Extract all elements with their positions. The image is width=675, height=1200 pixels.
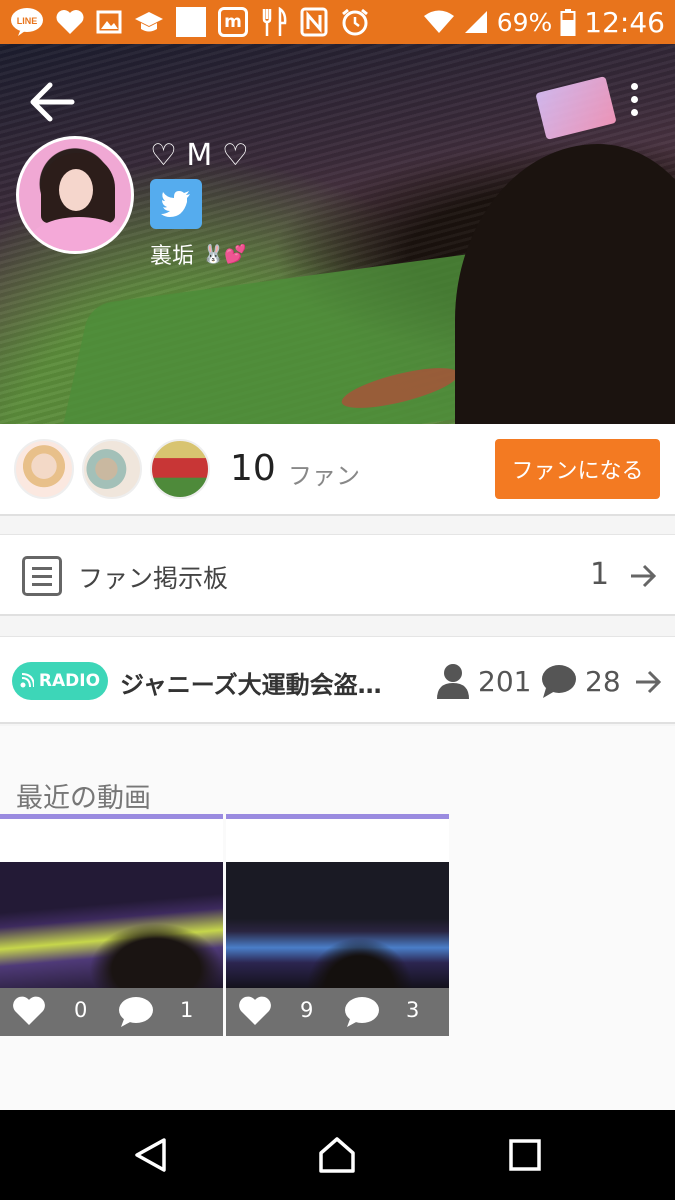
person-icon bbox=[437, 664, 469, 699]
svg-text:LINE: LINE bbox=[17, 16, 38, 26]
profile-name: ♡ M ♡ bbox=[150, 138, 249, 173]
speech-bubble-icon bbox=[542, 665, 576, 698]
back-button[interactable] bbox=[24, 74, 80, 130]
profile-subtitle-text: 裏垢 bbox=[150, 244, 195, 269]
graduation-cap-icon bbox=[134, 7, 164, 37]
profile-avatar[interactable] bbox=[16, 136, 134, 254]
fan-board-label: ファン掲示板 bbox=[78, 564, 229, 593]
m-app-icon: m bbox=[218, 7, 248, 37]
heart-icon bbox=[13, 996, 45, 1025]
recent-videos-section: 最近の動画 0 1 9 3 bbox=[0, 726, 675, 1110]
arrow-right-icon bbox=[636, 670, 662, 694]
nav-recents-button[interactable] bbox=[505, 1135, 545, 1175]
heart-icon bbox=[239, 996, 271, 1025]
more-vert-icon bbox=[630, 82, 638, 90]
radio-badge: RADIO bbox=[12, 662, 108, 700]
fan-avatar[interactable] bbox=[150, 439, 210, 499]
speech-bubble-icon bbox=[345, 997, 379, 1027]
nav-back-button[interactable] bbox=[130, 1135, 170, 1175]
board-icon bbox=[22, 556, 62, 596]
triangle-back-icon bbox=[135, 1138, 166, 1172]
fan-board-row[interactable]: ファン掲示板 1 bbox=[0, 534, 675, 616]
clock: 12:46 bbox=[584, 5, 665, 39]
profile-header: ♡ M ♡ 裏垢 🐰💕 bbox=[0, 44, 675, 424]
video-card[interactable]: 0 1 bbox=[0, 814, 223, 1036]
become-fan-button[interactable]: ファンになる bbox=[495, 439, 660, 499]
radio-comment-count: 28 bbox=[585, 665, 621, 698]
signal-icon bbox=[463, 7, 489, 37]
video-like-count: 9 bbox=[300, 998, 314, 1022]
video-thumbnail bbox=[0, 862, 223, 988]
arrow-left-icon bbox=[30, 82, 75, 122]
heart-icon bbox=[56, 7, 84, 37]
more-options-button[interactable] bbox=[616, 74, 652, 124]
arrow-right-icon bbox=[631, 564, 657, 588]
video-comment-count: 3 bbox=[406, 998, 420, 1022]
blank-notification-icon bbox=[176, 7, 206, 37]
fan-avatar[interactable] bbox=[82, 439, 142, 499]
fan-count: 10 bbox=[230, 448, 276, 489]
line-icon: LINE bbox=[10, 7, 44, 37]
fan-count-label[interactable]: ファン bbox=[288, 456, 360, 491]
speech-bubble-icon bbox=[119, 997, 153, 1027]
video-stats: 0 1 bbox=[0, 988, 223, 1036]
navigation-bar bbox=[0, 1110, 675, 1200]
profile-subtitle: 裏垢 🐰💕 bbox=[150, 238, 247, 270]
nfc-icon bbox=[300, 7, 328, 37]
alarm-icon bbox=[340, 7, 370, 37]
video-like-count: 0 bbox=[74, 998, 88, 1022]
status-bar: LINE m 69% 12:46 bbox=[0, 0, 675, 44]
rabbit-heart-emoji: 🐰💕 bbox=[202, 243, 247, 265]
fan-avatar[interactable] bbox=[14, 439, 74, 499]
broadcast-icon bbox=[20, 673, 34, 688]
video-card[interactable]: 9 3 bbox=[226, 814, 449, 1036]
video-comment-count: 1 bbox=[180, 998, 194, 1022]
radio-title: ジャニーズ大運動会盗… bbox=[120, 671, 382, 699]
twitter-button[interactable] bbox=[150, 179, 202, 229]
radio-listener-count: 201 bbox=[478, 665, 532, 698]
video-thumbnail bbox=[226, 862, 449, 988]
radio-row[interactable]: RADIO ジャニーズ大運動会盗… 201 28 bbox=[0, 636, 675, 724]
image-icon bbox=[96, 7, 122, 37]
battery-icon bbox=[560, 7, 576, 37]
home-icon bbox=[319, 1137, 355, 1173]
video-stats: 9 3 bbox=[226, 988, 449, 1036]
nav-home-button[interactable] bbox=[317, 1135, 357, 1175]
section-title: 最近の動画 bbox=[16, 783, 151, 814]
wifi-icon bbox=[423, 7, 455, 37]
restaurant-icon bbox=[260, 7, 288, 37]
battery-percent: 69% bbox=[496, 7, 553, 37]
twitter-bird-icon bbox=[161, 191, 190, 217]
fans-row: 10 ファン ファンになる bbox=[0, 424, 675, 516]
fan-board-count: 1 bbox=[590, 557, 610, 592]
square-recents-icon bbox=[509, 1139, 541, 1171]
